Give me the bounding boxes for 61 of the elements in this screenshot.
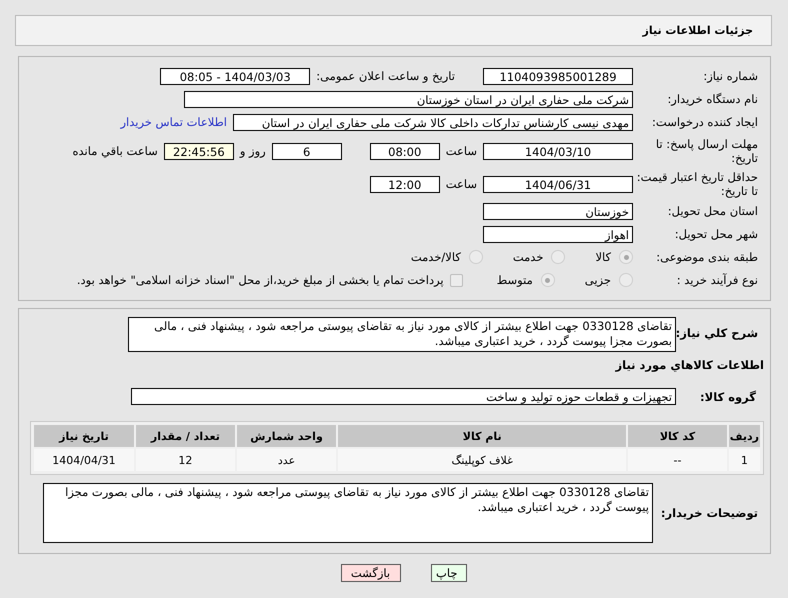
section-title: اطلاعات کالاهاي مورد نیاز	[614, 358, 764, 372]
column-header: تعداد / مقدار	[136, 425, 235, 447]
table-cell: عدد	[236, 449, 336, 471]
option-label: خدمت	[512, 250, 544, 264]
radio-button[interactable]	[551, 250, 566, 264]
field-label: نوع فرآیند خرید :	[676, 273, 759, 287]
option-label: متوسط	[496, 273, 533, 287]
radio-button[interactable]	[619, 250, 633, 264]
option-label: کالا	[595, 250, 611, 264]
text-area: تقاضای 0330128 جهت اطلاع بیشتر از کالای مورد نیاز به تقاضای پیوستی مراجعه شود ، پیشنهاد فنی ، مالی بصورت مجزا پیوست گردد ، خرید اعتباری میباشد.	[42, 483, 653, 543]
page-title: جزئیات اطلاعات نیاز	[642, 24, 753, 37]
field-label: ساعت	[446, 144, 477, 158]
input-field: 1104093985001289	[483, 68, 633, 84]
column-header: نام کالا	[338, 425, 626, 447]
table-cell: غلاف کوپلینگ	[338, 449, 626, 471]
print-button[interactable]: چاپ	[430, 564, 466, 582]
field-label: ساعت باقي مانده	[72, 144, 158, 158]
field-label: حداقل تاریخ اعتبار قیمت: تا تاریخ:	[636, 170, 759, 198]
option-label: کالا/خدمت	[410, 250, 461, 264]
table-cell: 12	[136, 449, 235, 471]
input-field: 1404/03/10	[483, 142, 633, 160]
input-field: 6	[272, 142, 342, 160]
field-label: استان محل تحویل:	[666, 204, 759, 218]
column-header: کد کالا	[628, 425, 727, 447]
field-label: توضیحات خریدار:	[660, 506, 759, 520]
input-field: 08:00	[370, 142, 440, 160]
radio-button[interactable]	[540, 273, 555, 287]
back-button[interactable]: بازگشت	[340, 564, 400, 582]
field-label: گروه کالا:	[699, 390, 757, 404]
input-field: تجهیزات و قطعات حوزه تولید و ساخت	[131, 388, 676, 405]
field-label: شماره نیاز:	[702, 69, 759, 83]
table-cell: 1	[728, 449, 760, 471]
radio-button[interactable]	[619, 273, 633, 287]
input-field: اهواز	[483, 226, 633, 242]
table-cell: 1404/04/31	[34, 449, 134, 471]
input-field: 1404/06/31	[483, 176, 633, 192]
input-field: 22:45:56	[164, 142, 234, 160]
text-area: تقاضای 0330128 جهت اطلاع بیشتر از کالای مورد نیاز به تقاضای پیوستی مراجعه شود ، پیشنهاد فنی ، مالی بصورت مجزا پیوست گردد ، خرید اعتباری میباشد.	[128, 317, 676, 352]
input-field: شرکت ملی حفاری ایران در استان خوزستان	[184, 90, 633, 108]
checkbox-label: پرداخت تمام یا بخشی از مبلغ خرید،از محل "اسناد خزانه اسلامی" خواهد بود.	[76, 273, 444, 287]
field-label: ایجاد کننده درخواست:	[651, 115, 759, 129]
option-label: جزیی	[584, 273, 611, 287]
column-header: واحد شمارش	[236, 425, 336, 447]
field-label: روز و	[240, 144, 266, 158]
column-header: ردیف	[728, 425, 760, 447]
column-header: تاریخ نیاز	[34, 425, 134, 447]
input-field: 1404/03/03 - 08:05	[160, 68, 310, 84]
input-field: خوزستان	[483, 202, 633, 220]
input-field: 12:00	[370, 176, 440, 192]
field-label: تاریخ و ساعت اعلان عمومی:	[316, 69, 455, 83]
field-label: شهر محل تحویل:	[674, 227, 759, 241]
input-field: مهدی نیسی کارشناس تدارکات داخلی کالا شرکت ملی حفاری ایران در استان	[233, 114, 633, 130]
checkbox[interactable]	[450, 274, 463, 286]
field-label: مهلت ارسال پاسخ: تا تاریخ:	[654, 137, 759, 165]
field-label: شرح کلي نیاز:	[676, 325, 759, 340]
radio-button[interactable]	[468, 250, 483, 264]
field-label: نام دستگاه خریدار:	[666, 92, 759, 106]
table-cell: --	[628, 449, 727, 471]
field-label: ساعت	[446, 177, 477, 191]
field-label: طبقه بندی موضوعی:	[655, 250, 759, 264]
buyer-contact-link[interactable]: اطلاعات تماس خریدار	[120, 115, 227, 129]
